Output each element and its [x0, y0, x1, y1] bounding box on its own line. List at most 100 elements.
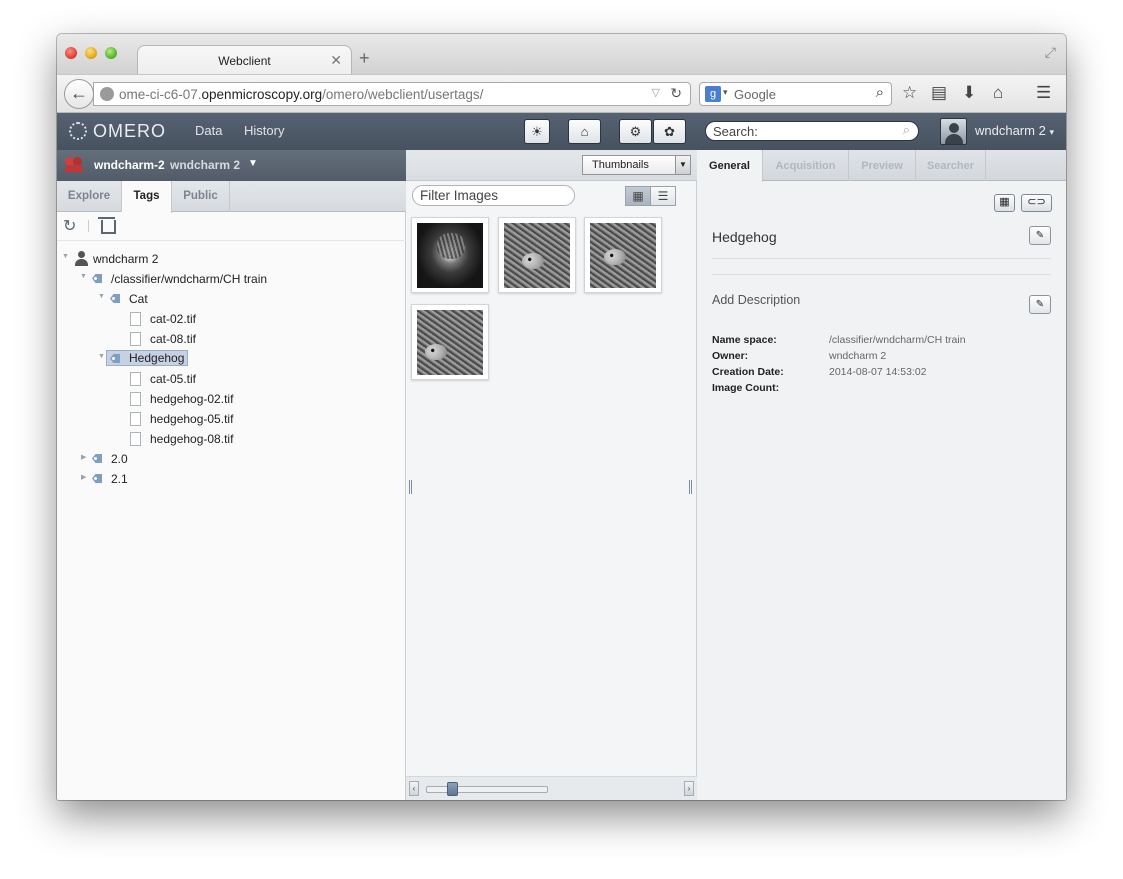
zoom-slider-handle[interactable] — [447, 782, 458, 796]
tab-preview[interactable]: Preview — [849, 150, 916, 181]
edit-title-pencil-icon[interactable]: ✎ — [1029, 226, 1051, 245]
search-icon[interactable]: ⌕ — [876, 84, 884, 101]
tree-node-label: /classifier/wndcharm/CH train — [111, 272, 268, 286]
settings-gears-icon[interactable]: ⚙ — [619, 119, 652, 144]
view-select[interactable]: Thumbnails ▼ — [582, 155, 691, 175]
metadata-row: Creation Date: 2014-08-07 14:53:02 — [712, 366, 1042, 382]
right-resize-handle[interactable] — [689, 480, 692, 494]
zoom-slider-track[interactable] — [426, 786, 548, 793]
user-menu[interactable]: wndcharm 2 ▾ — [975, 123, 1054, 138]
expand-arrow-icon[interactable]: ▶ — [81, 473, 86, 481]
close-tab-icon[interactable]: ✕ — [330, 52, 342, 69]
menu-icon[interactable]: ☰ — [1036, 83, 1051, 103]
thumbnail[interactable] — [584, 217, 662, 293]
thumbnail-image-hedgehog — [504, 223, 570, 288]
tab-explore[interactable]: Explore — [57, 181, 122, 212]
browser-tab[interactable]: Webclient ✕ — [137, 45, 352, 75]
image-file-icon — [130, 372, 141, 386]
omero-logo[interactable]: OMERO — [93, 121, 166, 142]
list-view-icon[interactable]: ☰ — [650, 186, 676, 206]
tab-acquisition[interactable]: Acquisition — [763, 150, 849, 181]
expand-arrow-icon[interactable]: ▼ — [62, 253, 69, 260]
browser-tab-bar: Webclient ✕ + ⤢ — [57, 34, 1066, 75]
refresh-icon[interactable]: ↻ — [63, 216, 76, 236]
lightbulb-icon[interactable]: ☀ — [524, 119, 550, 144]
downloads-icon[interactable]: ⬇ — [962, 83, 976, 103]
tab-public[interactable]: Public — [172, 181, 230, 212]
browser-search-bar[interactable]: g ▾ Google ⌕ — [699, 82, 892, 106]
tab-searcher[interactable]: Searcher — [916, 150, 986, 181]
edit-description-pencil-icon[interactable]: ✎ — [1029, 295, 1051, 314]
filter-images-input[interactable] — [412, 185, 575, 206]
left-tabs: Explore Tags Public — [57, 181, 406, 213]
grid-view-icon[interactable]: ▦ — [625, 186, 651, 206]
reload-icon[interactable]: ↻ — [670, 85, 682, 102]
tag-icon — [108, 353, 123, 364]
nav-data-link[interactable]: Data — [195, 123, 222, 138]
image-file-icon — [130, 312, 141, 326]
trash-icon[interactable] — [98, 217, 116, 234]
grid-icon[interactable]: ▦ — [994, 194, 1015, 212]
chevron-down-icon: ▾ — [1049, 127, 1054, 137]
thumbnail[interactable] — [411, 304, 489, 380]
group-icon — [65, 157, 85, 173]
omero-search-input[interactable] — [713, 124, 893, 139]
fullscreen-icon[interactable]: ⤢ — [1045, 44, 1056, 61]
omero-search[interactable]: ⌕ — [705, 121, 919, 141]
divider — [712, 258, 1051, 259]
metadata-key: Owner: — [712, 350, 749, 362]
metadata-row: Image Count: — [712, 382, 1042, 398]
tree-node-label: 2.1 — [111, 472, 128, 486]
left-resize-handle[interactable] — [409, 480, 412, 494]
tree-node-label: Cat — [129, 292, 148, 306]
center-panel: Thumbnails ▼ ▦ ☰ ‹ › — [406, 150, 697, 800]
collapse-right-icon[interactable]: › — [684, 781, 694, 796]
search-engine-dropdown-icon[interactable]: ▾ — [723, 87, 728, 98]
metadata-row: Owner: wndcharm 2 — [712, 350, 1042, 366]
tag-icon — [90, 453, 105, 464]
url-history-dropdown-icon[interactable]: ▽ — [652, 86, 660, 99]
search-icon[interactable]: ⌕ — [903, 122, 910, 138]
thumbnail[interactable] — [411, 217, 489, 293]
group-switcher[interactable]: wndcharm-2 wndcharm 2 ▼ — [57, 150, 406, 181]
thumbnail[interactable] — [498, 217, 576, 293]
zoom-bar: ‹ › — [406, 776, 697, 800]
link-icon[interactable]: ⊂⊃ — [1021, 194, 1052, 212]
zoom-window-button[interactable] — [105, 47, 117, 59]
user-name: wndcharm 2 — [975, 123, 1046, 138]
browser-navigation-bar: ome-ci-c6-07.openmicroscopy.org/omero/we… — [57, 74, 1066, 113]
close-window-button[interactable] — [65, 47, 77, 59]
home-icon[interactable]: ⌂ — [993, 83, 1003, 103]
basket-icon[interactable]: ⌂ — [568, 119, 601, 144]
tab-tags[interactable]: Tags — [122, 181, 172, 213]
back-arrow-icon: ← — [70, 83, 88, 103]
expand-arrow-icon[interactable]: ▼ — [98, 353, 105, 360]
expand-arrow-icon[interactable]: ▶ — [81, 453, 86, 461]
tree-node-label: hedgehog-02.tif — [150, 392, 234, 406]
tree-node-label: cat-08.tif — [150, 332, 197, 346]
user-avatar[interactable] — [940, 118, 967, 145]
globe-icon — [100, 87, 114, 101]
chevron-down-icon: ▼ — [675, 156, 690, 174]
minimize-window-button[interactable] — [85, 47, 97, 59]
tag-metadata: Name space: /classifier/wndcharm/CH train… — [712, 334, 1042, 398]
scripts-icon[interactable]: ✿ — [653, 119, 686, 144]
new-tab-icon[interactable]: + — [359, 48, 370, 69]
group-name: wndcharm-2 — [94, 158, 165, 172]
nav-history-link[interactable]: History — [244, 123, 284, 138]
back-button[interactable]: ← — [64, 79, 94, 109]
chevron-down-icon[interactable]: ▼ — [248, 158, 258, 169]
bookmark-star-icon[interactable]: ☆ — [902, 83, 917, 103]
url-text[interactable]: ome-ci-c6-07.openmicroscopy.org/omero/we… — [119, 87, 483, 102]
toolbar-separator — [88, 220, 89, 232]
collapse-left-icon[interactable]: ‹ — [409, 781, 419, 796]
expand-arrow-icon[interactable]: ▼ — [98, 293, 105, 300]
tree-node-label: hedgehog-08.tif — [150, 432, 234, 446]
bookmarks-list-icon[interactable]: ▤ — [931, 83, 947, 103]
url-bar[interactable]: ome-ci-c6-07.openmicroscopy.org/omero/we… — [93, 82, 691, 106]
expand-arrow-icon[interactable]: ▼ — [80, 273, 87, 280]
browser-search-placeholder: Google — [734, 87, 776, 102]
tab-general[interactable]: General — [697, 150, 763, 182]
tree-node-label: cat-05.tif — [150, 372, 197, 386]
image-file-icon — [130, 392, 141, 406]
